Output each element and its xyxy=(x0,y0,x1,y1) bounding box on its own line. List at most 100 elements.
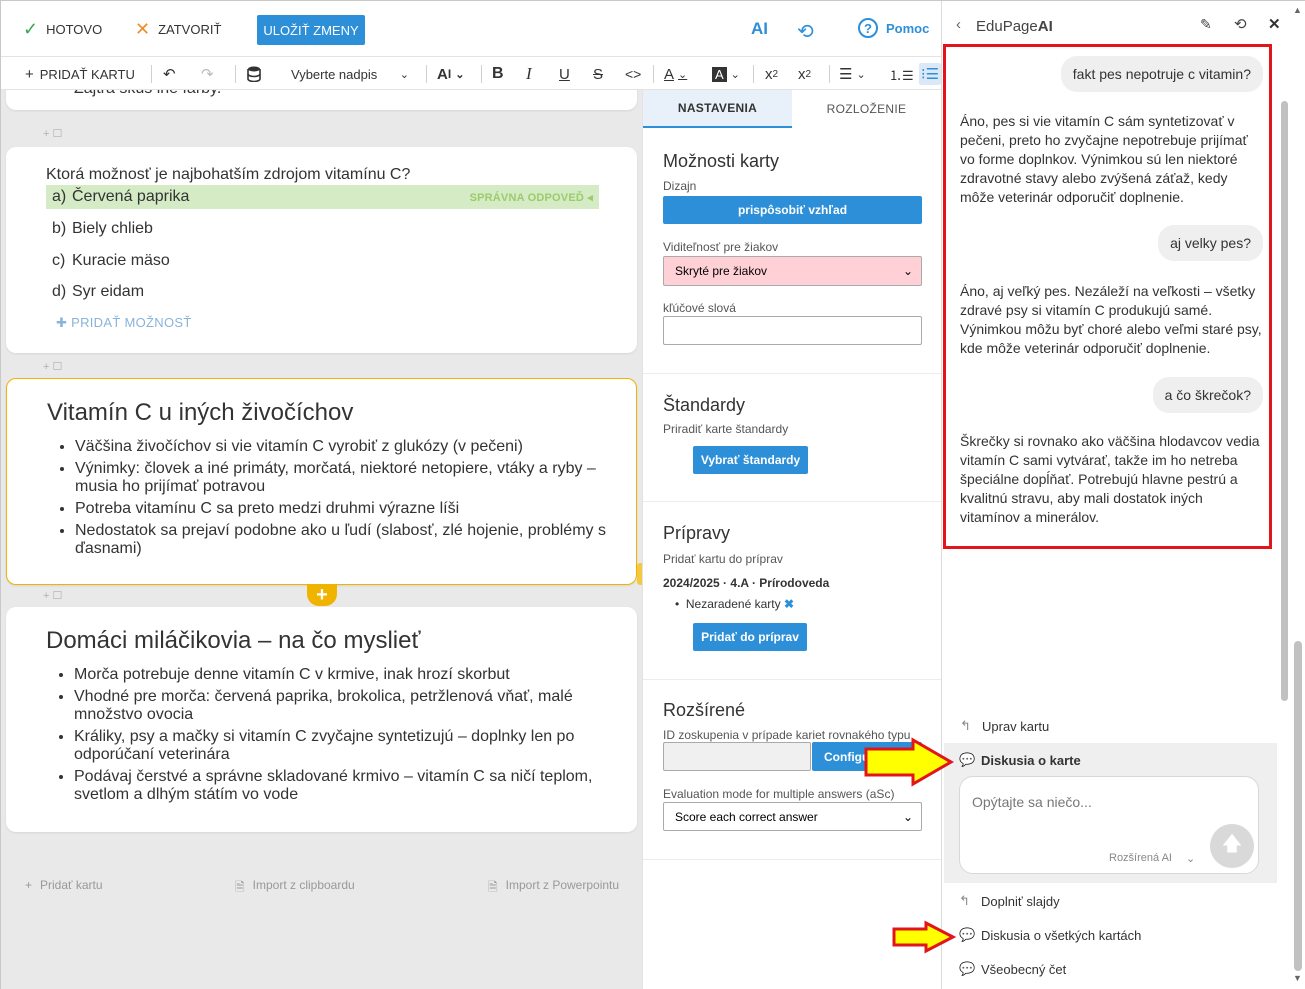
card-options-section: Možnosti karty Dizajn prispôsobiť vzhľad… xyxy=(643,128,942,374)
general-chat-label: Všeobecný čet xyxy=(981,961,1067,977)
fill-slides-action[interactable]: ↰ Doplniť slajdy xyxy=(959,893,1060,909)
add-card-label: PRIDAŤ KARTU xyxy=(39,66,135,82)
close-icon: ✕ xyxy=(135,19,151,39)
ai-input-placeholder: Opýtajte sa niečo... xyxy=(972,794,1092,810)
cards-area: Zajtra skús iné farby. + ☐ Ktorá možnosť… xyxy=(1,90,642,989)
fill-slides-label: Doplniť slajdy xyxy=(981,893,1060,909)
discuss-all-action[interactable]: 💬 Diskusia o všetkých kartách xyxy=(959,927,1141,943)
help-label: Pomoc xyxy=(886,20,930,36)
scroll-up-icon[interactable]: ▲ xyxy=(1293,5,1302,15)
option-text: Syr eidam xyxy=(72,283,145,300)
add-card-button[interactable]: + PRIDAŤ KARTU xyxy=(25,63,135,85)
visibility-label: Viditeľnosť pre žiakov xyxy=(663,240,779,254)
eval-mode-select[interactable]: Score each correct answer ⌄ xyxy=(663,802,922,831)
insert-card-handle[interactable]: + ☐ xyxy=(43,127,62,140)
top-bar: ✓ HOTOVO ✕ ZATVORIŤ ULOŽIŤ ZMENY AI ⟲ ? … xyxy=(1,1,941,56)
settings-panel: NASTAVENIA ROZLOŽENIE Možnosti karty Diz… xyxy=(642,90,942,989)
yellow-arrow-pointer xyxy=(892,920,957,954)
strikethrough-icon[interactable]: S xyxy=(593,63,603,85)
text-color-icon[interactable]: A ⌄ xyxy=(664,63,687,85)
arrow-up-icon: 🡅 xyxy=(1221,833,1243,855)
option-b[interactable]: b) Biely chlieb xyxy=(46,217,599,241)
question-card[interactable]: Ktorá možnosť je najbohatším zdrojom vit… xyxy=(6,147,637,353)
panel-scrollbar[interactable] xyxy=(1294,641,1302,971)
discuss-card-label: Diskusia o karte xyxy=(981,752,1081,768)
option-c[interactable]: c) Kuracie mäso xyxy=(46,249,599,273)
close-label: ZATVORIŤ xyxy=(158,21,222,37)
add-to-preparations-button[interactable]: Pridať do príprav xyxy=(693,623,807,651)
scroll-down-icon[interactable]: ▼ xyxy=(1293,973,1302,983)
add-option-label: PRIDAŤ MOŽNOSŤ xyxy=(71,315,192,330)
align-icon[interactable]: ☰ ⌄ xyxy=(839,63,866,85)
ai-button[interactable]: AI xyxy=(751,19,768,39)
highlight-color-icon[interactable]: A ⌄ xyxy=(712,63,740,85)
ordered-list-icon[interactable]: ⒈☰ xyxy=(889,63,914,85)
save-button[interactable]: ULOŽIŤ ZMENY xyxy=(257,15,365,45)
select-standards-button[interactable]: Vybrať štandardy xyxy=(693,446,808,474)
history-icon[interactable]: ⟲ xyxy=(1234,15,1247,33)
card-pets[interactable]: Domáci miláčikovia – na čo myslieť Morča… xyxy=(6,607,637,832)
visibility-select[interactable]: Skryté pre žiakov ⌄ xyxy=(663,256,922,286)
italic-icon[interactable]: I xyxy=(526,63,532,85)
option-a[interactable]: a) Červená paprika SPRÁVNA ODPOVEĎ ◂ xyxy=(46,185,599,209)
option-text: Biely chlieb xyxy=(72,220,153,237)
divider xyxy=(426,65,427,83)
insert-card-handle[interactable]: + ☐ xyxy=(43,360,62,373)
database-icon[interactable] xyxy=(247,63,261,85)
reply-icon: ↰ xyxy=(960,718,971,733)
tab-layout[interactable]: ROZLOŽENIE xyxy=(792,90,941,128)
option-text: Červená paprika xyxy=(72,188,190,205)
help-button[interactable]: ? Pomoc xyxy=(858,18,929,38)
discuss-card-action[interactable]: 💬 Diskusia o karte xyxy=(959,752,1081,768)
option-letter: a) xyxy=(52,188,67,205)
done-button[interactable]: ✓ HOTOVO xyxy=(23,20,102,38)
customize-look-button[interactable]: prispôsobiť vzhľad xyxy=(663,196,922,224)
import-clipboard-button[interactable]: 🗎 Import z clipboardu xyxy=(235,878,355,899)
preparations-course: 2024/2025 · 4.A · Prírodoveda xyxy=(663,576,830,590)
edit-card-action[interactable]: ↰ Uprav kartu xyxy=(960,718,1049,734)
ai-mode-select[interactable]: Rozšírená AI ⌄ xyxy=(1109,852,1195,865)
back-chevron-icon[interactable]: ‹ xyxy=(956,16,961,33)
underline-icon[interactable]: U xyxy=(559,63,570,85)
tab-settings[interactable]: NASTAVENIA xyxy=(643,90,792,128)
edit-icon[interactable]: ✎ xyxy=(1200,16,1212,33)
chevron-down-icon: ⌄ xyxy=(902,809,913,824)
footer-add-card-label: Pridať kartu xyxy=(40,878,103,892)
chat-scrollbar[interactable] xyxy=(1281,101,1288,701)
bold-icon[interactable]: B xyxy=(492,63,504,85)
card-previous[interactable]: Zajtra skús iné farby. xyxy=(6,90,637,110)
section-title: Štandardy xyxy=(663,395,746,415)
code-icon[interactable]: <> xyxy=(625,63,641,85)
option-d[interactable]: d) Syr eidam xyxy=(46,280,599,304)
card-bullet-list: Morča potrebuje denne vitamín C v krmive… xyxy=(74,666,614,808)
history-icon[interactable]: ⟲ xyxy=(797,19,814,44)
bullet-list-icon[interactable]: ⁝☰ xyxy=(919,63,941,85)
design-label: Dizajn xyxy=(663,179,697,193)
list-item: Podávaj čerstvé a správne skladované krm… xyxy=(74,768,614,804)
add-option-button[interactable]: ✚ PRIDAŤ MOŽNOSŤ xyxy=(56,315,192,331)
undo-icon[interactable]: ↶ xyxy=(163,63,176,85)
keywords-input[interactable] xyxy=(663,316,922,345)
subscript-icon[interactable]: x2 xyxy=(798,63,811,85)
card-vitamin-animals[interactable]: Vitamín C u iných živočíchov Väčšina živ… xyxy=(6,378,637,585)
redo-icon[interactable]: ↷ xyxy=(201,63,214,85)
group-id-input[interactable] xyxy=(663,742,811,771)
divider xyxy=(151,65,152,83)
remove-icon[interactable]: ✖ xyxy=(784,597,794,611)
card-title: Domáci miláčikovia – na čo myslieť xyxy=(46,627,421,654)
user-message: a čo škrečok? xyxy=(1152,377,1263,413)
font-size-icon[interactable]: A I ⌄ xyxy=(437,63,464,85)
heading-select[interactable]: Vyberte nadpis ⌄ xyxy=(283,61,417,87)
close-button[interactable]: ✕ ZATVORIŤ xyxy=(135,20,221,38)
preparations-desc: Pridať kartu do príprav xyxy=(663,552,783,566)
superscript-icon[interactable]: x2 xyxy=(765,63,778,85)
chevron-down-icon: ⌄ xyxy=(902,264,913,278)
close-icon[interactable]: ✕ xyxy=(1268,15,1281,33)
ai-mode-value: Rozšírená AI xyxy=(1109,852,1172,864)
footer-add-card[interactable]: + Pridať kartu xyxy=(25,878,103,892)
import-powerpoint-button[interactable]: 🗎 Import z Powerpointu xyxy=(488,878,619,899)
send-button[interactable]: 🡅 xyxy=(1210,824,1254,868)
add-card-below-button[interactable]: + xyxy=(307,584,337,606)
general-chat-action[interactable]: 💬 Všeobecný čet xyxy=(959,961,1066,977)
insert-card-handle[interactable]: + ☐ xyxy=(43,589,62,602)
